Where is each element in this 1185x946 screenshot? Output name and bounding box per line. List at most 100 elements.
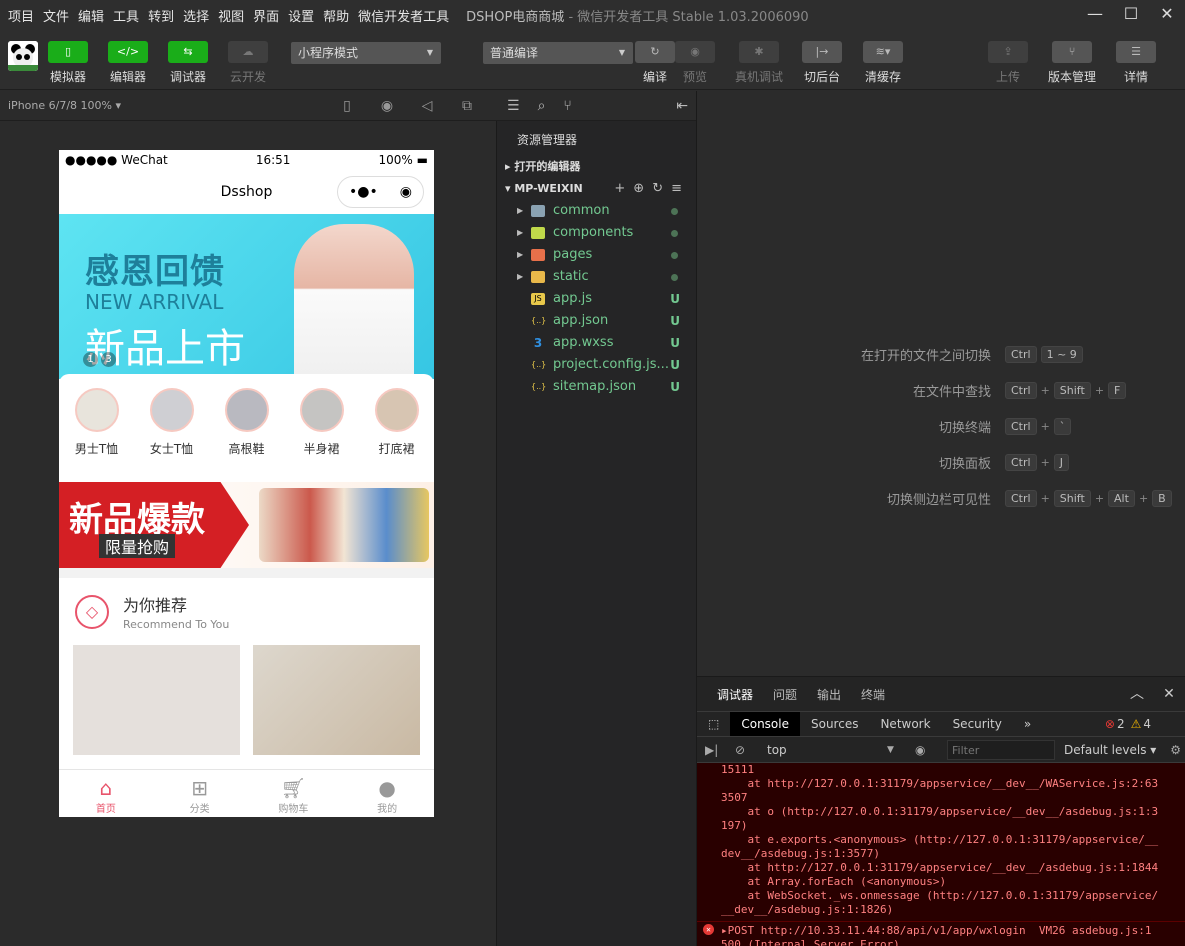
tree-item-common[interactable]: ▶ common (497, 200, 696, 222)
category-skirt[interactable]: 半身裙 (292, 388, 352, 474)
new-file-icon[interactable]: + (614, 181, 633, 196)
category-slip-dress[interactable]: 打底裙 (367, 388, 427, 474)
tree-item-pages[interactable]: ▶ pages (497, 244, 696, 266)
menu-item-goto[interactable]: 转到 (148, 6, 174, 25)
tab-security[interactable]: Security (942, 712, 1013, 736)
banner-carousel[interactable]: 感恩回馈 NEW ARRIVAL 新品上市 1 3 (59, 214, 434, 379)
tab-sources[interactable]: Sources (800, 712, 869, 736)
sidebar-toggle-icon[interactable]: ▶| (705, 743, 718, 757)
new-folder-icon[interactable]: ⊕ (633, 181, 652, 196)
device-select[interactable]: iPhone 6/7/8 100% ▾ (8, 99, 121, 112)
details-button[interactable]: ☰ 详情 (1106, 41, 1166, 85)
clear-console-icon[interactable]: ⊘ (735, 743, 745, 757)
issue-counts[interactable]: ⊗ 2 ⚠ 4 (1105, 712, 1151, 736)
chevron-up-icon[interactable]: ︿ (1121, 677, 1153, 711)
tab-terminal[interactable]: 终端 (861, 686, 885, 703)
menu-item-select[interactable]: 选择 (183, 6, 209, 25)
project-section[interactable]: ▾ MP-WEIXIN +⊕↻≡ (497, 178, 696, 200)
user-icon: ● (378, 776, 396, 800)
tab-network[interactable]: Network (869, 712, 941, 736)
capsule-menu[interactable]: •●• ◉ (337, 176, 424, 208)
tree-item-app-wxss[interactable]: 3 app.wxss U (497, 332, 696, 354)
category-high-heels[interactable]: 高根鞋 (217, 388, 277, 474)
maximize-icon[interactable]: ☐ (1113, 0, 1149, 30)
tab-category[interactable]: ⊞ 分类 (153, 770, 247, 817)
open-editors-section[interactable]: ▸ 打开的编辑器 (497, 156, 696, 178)
tree-item-project-config[interactable]: {..} project.config.js... U (497, 354, 696, 376)
tab-output[interactable]: 输出 (817, 686, 841, 703)
menu-item-settings[interactable]: 设置 (288, 6, 314, 25)
remote-debug-button[interactable]: ✱ 真机调试 (729, 41, 789, 85)
preview-button[interactable]: ◉ 预览 (665, 41, 725, 85)
tree-item-components[interactable]: ▶ components (497, 222, 696, 244)
collapse-panel-icon[interactable]: ⇤ (676, 98, 688, 114)
tree-item-app-js[interactable]: JS app.js U (497, 288, 696, 310)
background-button[interactable]: |→ 切后台 (792, 41, 852, 85)
cloud-dev-button[interactable]: ☁ 云开发 (218, 41, 278, 85)
collapse-all-icon[interactable]: ≡ (671, 181, 690, 196)
promo-banner[interactable]: 新品爆款 限量抢购 (59, 482, 434, 568)
banner-total: 3 (101, 352, 116, 367)
console-error-entry[interactable]: ✕ ▸POST http://10.33.11.44:88/api/v1/app… (697, 921, 1185, 946)
popout-icon[interactable]: ⧉ (447, 98, 487, 114)
more-dots-icon[interactable]: •●• (349, 170, 378, 214)
user-avatar[interactable] (8, 41, 38, 71)
status-bar: ●●●●● WeChat 16:51 100% ▬ (59, 150, 434, 170)
tab-cart[interactable]: 🛒︎ 购物车 (247, 770, 341, 817)
shortcut-hint: 在打开的文件之间切换 Ctrl 1 ~ 9 (771, 345, 1175, 364)
menu-item-interface[interactable]: 界面 (253, 6, 279, 25)
record-icon[interactable]: ◉ (367, 98, 407, 114)
version-button[interactable]: ⑂ 版本管理 (1042, 41, 1102, 85)
category-womens-tshirt[interactable]: 女士T恤 (142, 388, 202, 474)
switch-background-icon: |→ (802, 41, 842, 63)
close-icon[interactable]: ✕ (1153, 677, 1185, 711)
tab-console[interactable]: Console (730, 712, 800, 736)
tree-item-static[interactable]: ▶ static (497, 266, 696, 288)
menu-item-project[interactable]: 项目 (8, 6, 34, 25)
tab-problems[interactable]: 问题 (773, 686, 797, 703)
tab-profile[interactable]: ● 我的 (340, 770, 434, 817)
category-mens-tshirt[interactable]: 男士T恤 (67, 388, 127, 474)
inspect-icon[interactable]: ⬚ (697, 712, 730, 736)
menu-item-file[interactable]: 文件 (43, 6, 69, 25)
product-grid (59, 645, 434, 755)
context-select[interactable]: top (767, 743, 897, 757)
refresh-icon[interactable]: ↻ (652, 181, 671, 196)
clear-cache-button[interactable]: ≋▾ 清缓存 (853, 41, 913, 85)
phone-icon: ▯ (48, 41, 88, 63)
source-control-icon[interactable]: ⑂ (563, 98, 571, 114)
simulator-toggle[interactable]: ▯ 模拟器 (38, 41, 98, 85)
log-levels-select[interactable]: Default levels ▾ (1064, 743, 1156, 757)
product-card-flats[interactable] (253, 645, 420, 755)
untracked-badge: U (670, 358, 680, 372)
phone-outline-icon[interactable]: ▯ (327, 98, 367, 114)
menu-item-tools[interactable]: 工具 (113, 6, 139, 25)
menu-item-view[interactable]: 视图 (218, 6, 244, 25)
close-target-icon[interactable]: ◉ (400, 170, 412, 214)
more-tabs-icon[interactable]: » (1013, 712, 1042, 736)
menu-item-edit[interactable]: 编辑 (78, 6, 104, 25)
console-filter-bar: ▶| ⊘ top ▼ ◉ Default levels ▾ ⚙ (697, 737, 1185, 763)
eye-icon[interactable]: ◉ (915, 743, 925, 757)
tree-item-app-json[interactable]: {..} app.json U (497, 310, 696, 332)
gear-icon[interactable]: ⚙ (1170, 743, 1181, 757)
editor-toggle[interactable]: </> 编辑器 (98, 41, 158, 85)
console-filter-input[interactable] (947, 740, 1055, 760)
search-icon[interactable]: ⌕ (538, 98, 546, 114)
product-card-sandals[interactable] (73, 645, 240, 755)
tree-item-label: project.config.js... (553, 357, 669, 372)
upload-button[interactable]: ⇪ 上传 (978, 41, 1038, 85)
minimize-icon[interactable]: — (1077, 0, 1113, 30)
close-icon[interactable]: ✕ (1149, 0, 1185, 30)
tab-debugger[interactable]: 调试器 (717, 686, 753, 703)
key-cap: Ctrl (1005, 418, 1037, 435)
compile-select[interactable]: 普通编译 ▼ (483, 42, 633, 64)
debugger-toggle[interactable]: ⇆ 调试器 (158, 41, 218, 85)
tree-item-sitemap-json[interactable]: {..} sitemap.json U (497, 376, 696, 398)
volume-icon[interactable]: ◁ (407, 98, 447, 114)
mode-select[interactable]: 小程序模式 ▼ (291, 42, 441, 64)
menu-item-help[interactable]: 帮助 (323, 6, 349, 25)
tab-home[interactable]: ⌂ 首页 (59, 770, 153, 817)
files-icon[interactable]: ☰ (507, 98, 520, 114)
menu-item-wechat-devtools[interactable]: 微信开发者工具 (358, 6, 449, 25)
